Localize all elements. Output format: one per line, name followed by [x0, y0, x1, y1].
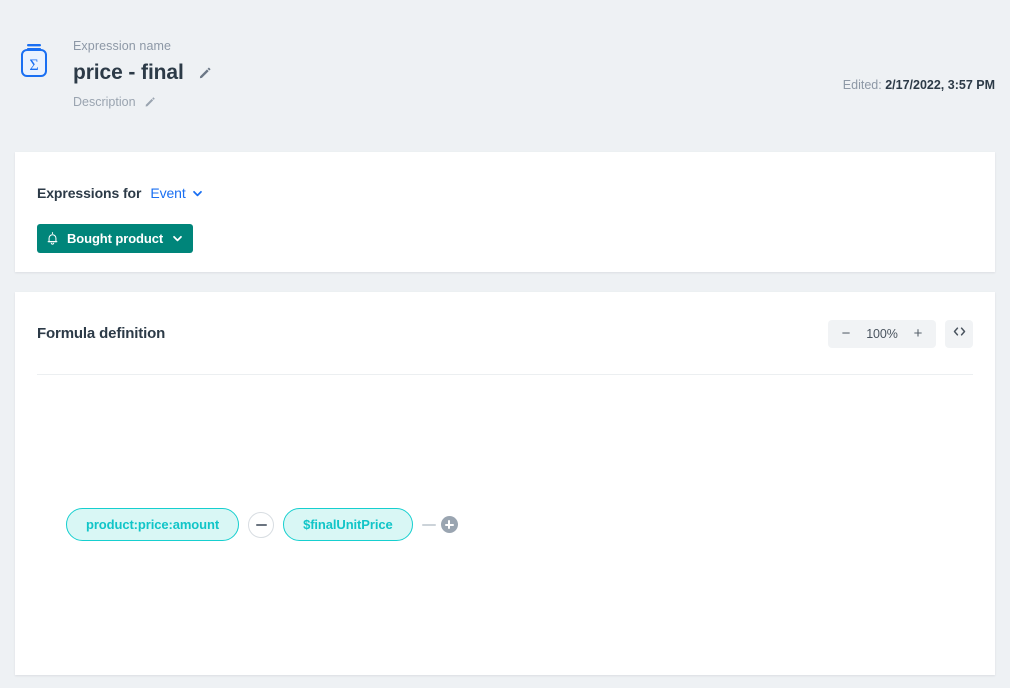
- page-title: price - final: [73, 61, 184, 84]
- zoom-in-button[interactable]: +: [904, 320, 932, 348]
- edit-description-pencil-icon[interactable]: [144, 96, 156, 108]
- bell-icon: [46, 231, 59, 246]
- code-view-button[interactable]: [945, 319, 973, 348]
- formula-node-variable[interactable]: $finalUnitPrice: [283, 508, 413, 541]
- sigma-expression-icon: Σ: [15, 39, 53, 83]
- chevron-down-icon: [172, 233, 183, 244]
- description-row: Description: [73, 94, 212, 110]
- formula-canvas[interactable]: product:price:amount $finalUnitPrice: [15, 375, 995, 675]
- edited-prefix: Edited:: [842, 78, 882, 92]
- add-node-button[interactable]: [440, 516, 458, 533]
- formula-node-row: product:price:amount $finalUnitPrice: [66, 508, 458, 541]
- header-inner: Σ Expression name price - final Descript…: [15, 30, 995, 110]
- page-header: Σ Expression name price - final Descript…: [0, 0, 1010, 152]
- event-badge-label: Bought product: [67, 231, 164, 246]
- minus-icon: [255, 523, 267, 526]
- scope-select[interactable]: Event: [150, 185, 202, 201]
- minus-operator-button[interactable]: [248, 511, 275, 538]
- zoom-level-value: 100%: [866, 326, 898, 341]
- event-badge-bought-product[interactable]: Bought product: [37, 224, 194, 253]
- scope-select-value: Event: [150, 185, 186, 201]
- chevron-down-icon: [192, 188, 203, 199]
- zoom-control-group: − 100% +: [828, 319, 936, 348]
- expression-title-row: price - final: [73, 59, 212, 86]
- plus-icon: [444, 520, 454, 529]
- expressions-for-row: Expressions for Event: [37, 184, 973, 202]
- expressions-card: Expressions for Event Bought product: [15, 152, 995, 272]
- formula-node-attribute[interactable]: product:price:amount: [66, 508, 240, 541]
- expressions-for-label: Expressions for: [37, 185, 142, 201]
- edit-title-pencil-icon[interactable]: [198, 66, 212, 80]
- svg-text:Σ: Σ: [29, 57, 38, 74]
- formula-node-label: product:price:amount: [86, 517, 220, 532]
- formula-definition-title: Formula definition: [37, 325, 166, 342]
- node-connector-line: [421, 523, 436, 526]
- zoom-out-button[interactable]: −: [832, 320, 860, 348]
- edited-value: 2/17/2022, 3:57 PM: [885, 78, 995, 92]
- expression-name-label: Expression name: [73, 39, 172, 53]
- code-brackets-icon: [952, 325, 967, 343]
- formula-header: Formula definition − 100% +: [15, 292, 995, 375]
- edited-timestamp: Edited: 2/17/2022, 3:57 PM: [843, 78, 995, 92]
- header-text-block: Expression name price - final Descriptio…: [73, 30, 212, 110]
- description-label: Description: [73, 95, 136, 109]
- zoom-toolbar: − 100% +: [828, 319, 973, 348]
- formula-node-label: $finalUnitPrice: [303, 517, 393, 532]
- formula-definition-card: Formula definition − 100% + product:pric…: [15, 292, 995, 675]
